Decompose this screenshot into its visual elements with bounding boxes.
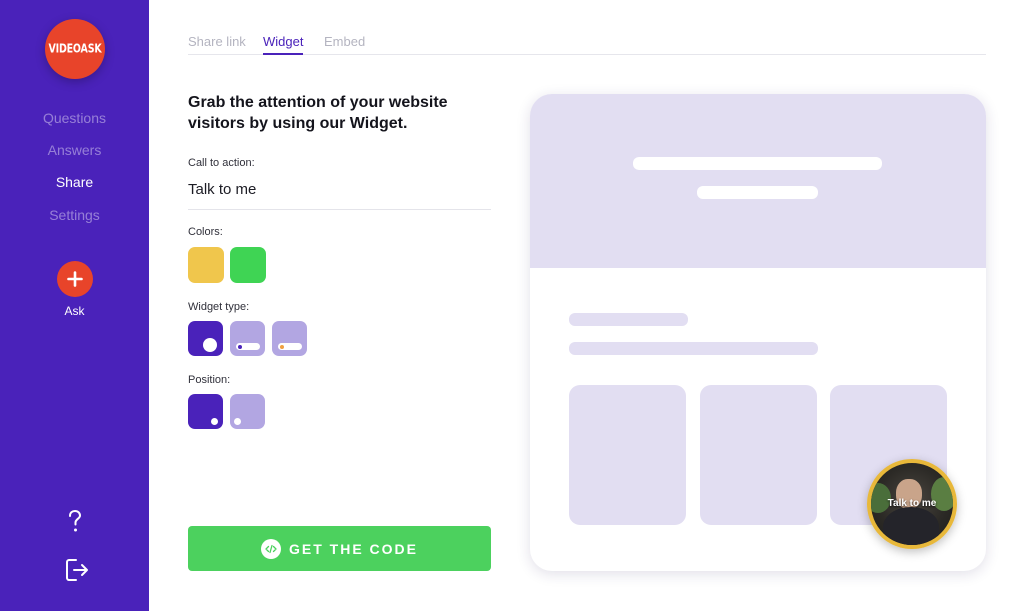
placeholder-bar: [633, 157, 882, 170]
colors-label: Colors:: [188, 226, 223, 238]
tab-share-link[interactable]: Share link: [188, 34, 246, 53]
widget-type-label: Widget type:: [188, 301, 250, 313]
videoask-logo[interactable]: VIDEOASK: [45, 19, 105, 79]
placeholder-bar: [569, 342, 818, 355]
question-mark-icon[interactable]: [62, 508, 88, 536]
preview-header: [530, 94, 986, 268]
sidebar-item-settings[interactable]: Settings: [0, 207, 149, 223]
get-code-label: GET THE CODE: [288, 540, 418, 557]
position-dot-icon: [211, 418, 218, 425]
tab-embed[interactable]: Embed: [324, 34, 365, 53]
widget-type-bubble[interactable]: [188, 321, 223, 356]
tab-widget[interactable]: Widget: [263, 34, 304, 55]
position-bottom-left[interactable]: [230, 394, 265, 429]
ask-button[interactable]: [57, 261, 93, 297]
placeholder-bar: [569, 313, 688, 326]
bubble-dot-icon: [203, 338, 217, 352]
widget-bubble-label: Talk to me: [887, 498, 937, 509]
logout-icon[interactable]: [64, 557, 90, 583]
sidebar: VIDEOASK Questions Answers Share Setting…: [0, 0, 149, 611]
logo-text: VIDEOASK: [48, 41, 102, 57]
code-icon: [260, 538, 281, 559]
color-swatch-yellow[interactable]: [188, 247, 224, 283]
get-code-button[interactable]: GET THE CODE: [188, 526, 491, 571]
sidebar-item-questions[interactable]: Questions: [0, 110, 149, 126]
sidebar-item-answers[interactable]: Answers: [0, 142, 149, 158]
ask-label: Ask: [64, 304, 85, 318]
position-label: Position:: [188, 374, 231, 386]
cta-input[interactable]: [188, 178, 491, 210]
widget-bubble[interactable]: Talk to me: [867, 459, 957, 549]
placeholder-card: [569, 385, 686, 525]
placeholder-card: [700, 385, 817, 525]
page-headline: Grab the attention of your website visit…: [188, 94, 448, 132]
widget-type-pill-alt[interactable]: [272, 321, 307, 356]
placeholder-bar: [697, 186, 818, 199]
pill-icon: [236, 343, 260, 350]
position-dot-icon: [234, 418, 241, 425]
cta-label: Call to action:: [188, 157, 255, 169]
share-tabs: Share link Widget Embed: [188, 34, 986, 55]
color-swatch-green[interactable]: [230, 247, 266, 283]
pill-alt-icon: [278, 343, 302, 350]
sidebar-item-share[interactable]: Share: [0, 174, 149, 190]
plus-icon: [67, 271, 83, 287]
widget-type-pill[interactable]: [230, 321, 265, 356]
position-bottom-right[interactable]: [188, 394, 223, 429]
